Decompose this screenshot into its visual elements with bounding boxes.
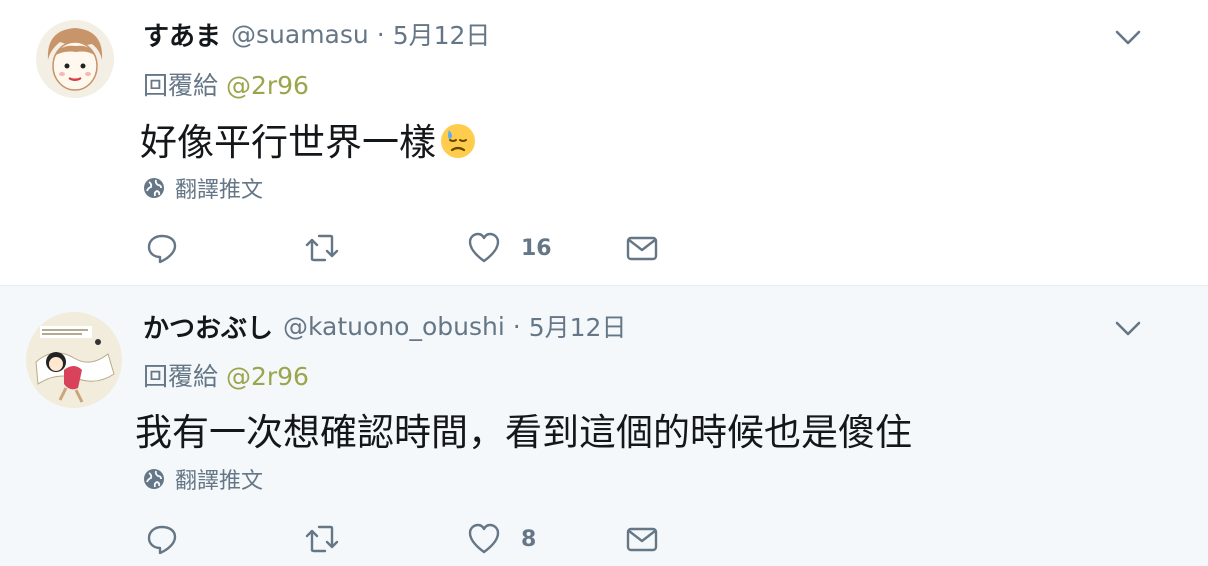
- avatar[interactable]: [36, 20, 114, 98]
- tweet-header: かつおぶし @katuono_obushi · 5月12日: [143, 308, 627, 345]
- display-name[interactable]: かつおぶし: [143, 308, 273, 345]
- downcast-face-with-sweat-icon: [438, 120, 478, 169]
- user-handle[interactable]: @suamasu: [231, 20, 369, 49]
- replying-prefix: 回覆給: [143, 71, 219, 100]
- reply-button[interactable]: [145, 230, 199, 266]
- retweet-button[interactable]: [303, 521, 361, 557]
- tweet-actions: 8: [145, 521, 745, 557]
- globe-icon: [144, 178, 164, 198]
- chevron-down-icon[interactable]: [1112, 20, 1144, 52]
- tweet-text: 我有一次想確認時間，看到這個的時候也是傻住: [135, 402, 912, 456]
- timestamp[interactable]: 5月12日: [393, 16, 491, 52]
- translate-tweet-link[interactable]: 翻譯推文: [143, 172, 263, 204]
- tweet-actions: 16: [145, 230, 745, 266]
- direct-message-button[interactable]: [625, 230, 659, 266]
- heart-icon: [468, 232, 500, 263]
- translate-tweet-link[interactable]: 翻譯推文: [143, 463, 263, 495]
- envelope-icon: [626, 527, 658, 552]
- retweet-icon: [305, 234, 339, 262]
- like-button[interactable]: 16: [467, 230, 552, 266]
- reply-icon: [147, 525, 177, 555]
- like-button[interactable]: 8: [467, 521, 536, 557]
- direct-message-button[interactable]: [625, 521, 659, 557]
- tweet-card[interactable]: かつおぶし @katuono_obushi · 5月12日 回覆給 @2r96 …: [0, 285, 1208, 566]
- display-name[interactable]: すあま: [143, 16, 221, 53]
- translate-label: 翻譯推文: [175, 469, 264, 494]
- reply-icon: [147, 234, 177, 264]
- mention-link[interactable]: @2r96: [226, 362, 309, 391]
- like-count: 16: [521, 235, 552, 261]
- like-count: 8: [521, 526, 537, 552]
- translate-label: 翻譯推文: [175, 178, 264, 203]
- tweet-card[interactable]: すあま @suamasu · 5月12日 回覆給 @2r96 好像平行世界一樣 …: [0, 0, 1208, 285]
- retweet-icon: [305, 525, 339, 553]
- replying-to: 回覆給 @2r96: [143, 66, 309, 102]
- replying-prefix: 回覆給: [143, 362, 219, 391]
- timestamp[interactable]: 5月12日: [529, 308, 627, 344]
- separator: ·: [376, 19, 385, 49]
- user-handle[interactable]: @katuono_obushi: [283, 312, 505, 341]
- retweet-button[interactable]: [303, 230, 361, 266]
- tweet-header: すあま @suamasu · 5月12日: [143, 16, 491, 53]
- envelope-icon: [626, 236, 658, 261]
- tweet-text-content: 我有一次想確認時間，看到這個的時候也是傻住: [135, 411, 912, 454]
- avatar[interactable]: [26, 312, 122, 408]
- mention-link[interactable]: @2r96: [226, 71, 309, 100]
- tweet-text-content: 好像平行世界一樣: [140, 121, 436, 164]
- globe-icon: [144, 469, 164, 489]
- separator: ·: [512, 311, 521, 341]
- chevron-down-icon[interactable]: [1112, 311, 1144, 343]
- tweet-text: 好像平行世界一樣: [140, 112, 478, 169]
- replying-to: 回覆給 @2r96: [143, 357, 309, 393]
- reply-button[interactable]: [145, 521, 199, 557]
- heart-icon: [468, 523, 500, 554]
